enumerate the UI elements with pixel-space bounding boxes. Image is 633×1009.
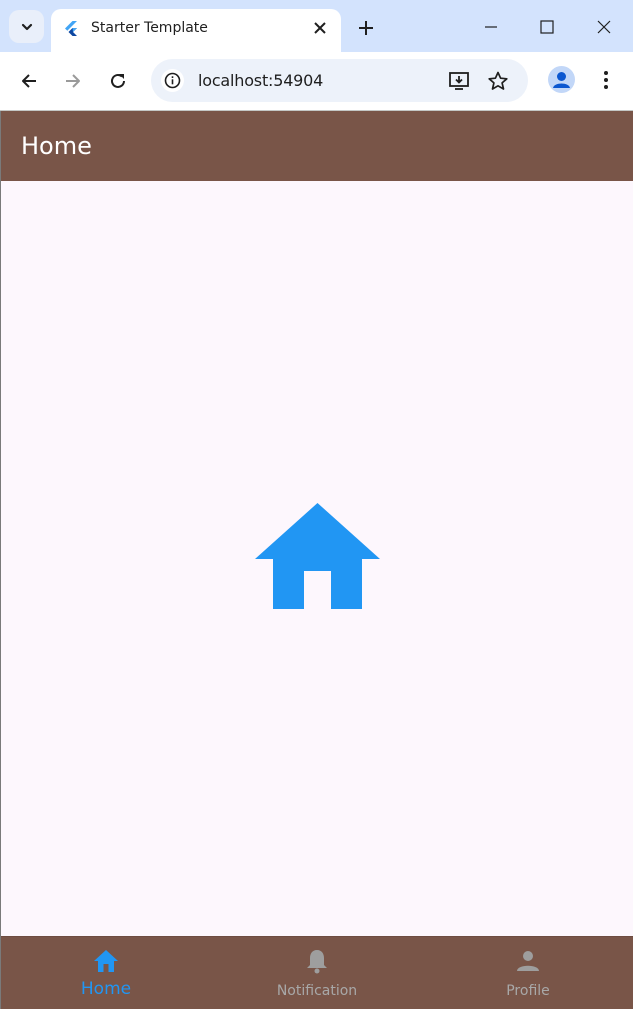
reload-icon: [111, 73, 125, 88]
person-icon: [517, 951, 539, 971]
chevron-down-icon: [21, 23, 32, 30]
tab-title: Starter Template: [91, 20, 208, 36]
browser-tab-strip: Starter Template: [0, 0, 633, 52]
browser-tab[interactable]: Starter Template: [51, 9, 341, 52]
forward-button[interactable]: [58, 66, 88, 96]
arrow-back-icon: [22, 74, 36, 88]
install-app-button[interactable]: [447, 69, 471, 93]
bell-icon: [307, 950, 327, 974]
browser-toolbar: localhost:54904: [0, 52, 633, 110]
site-info-button[interactable]: [161, 69, 184, 92]
close-icon: [597, 20, 611, 34]
star-icon: [488, 71, 508, 90]
nav-item-notification[interactable]: Notification: [212, 937, 422, 1009]
nav-label-home: Home: [80, 979, 132, 999]
close-icon: [314, 22, 326, 34]
flutter-icon: [65, 21, 77, 36]
tab-search-button[interactable]: [9, 10, 44, 43]
person-icon: [553, 72, 570, 88]
home-icon: [94, 950, 118, 972]
window-edge: [0, 111, 1, 1009]
minimize-icon: [485, 26, 497, 28]
browser-menu-button[interactable]: [594, 66, 618, 94]
tab-close-button[interactable]: [311, 19, 329, 37]
maximize-button[interactable]: [532, 13, 562, 41]
reload-button[interactable]: [103, 66, 133, 96]
nav-item-home[interactable]: Home: [1, 937, 211, 1009]
minimize-button[interactable]: [476, 13, 506, 41]
bottom-navigation-bar: Home Notification Profile: [1, 936, 633, 1009]
url-text[interactable]: localhost:54904: [198, 71, 323, 90]
bookmark-button[interactable]: [486, 69, 510, 93]
back-button[interactable]: [14, 66, 44, 96]
nav-label-profile: Profile: [506, 983, 550, 999]
arrow-forward-icon: [66, 74, 80, 88]
maximize-icon: [540, 20, 554, 34]
page-title: Home: [21, 132, 92, 160]
nav-item-profile[interactable]: Profile: [423, 937, 633, 1009]
new-tab-button[interactable]: [353, 15, 379, 41]
more-vert-icon: [604, 71, 608, 89]
app-bar: Home: [0, 111, 633, 181]
install-app-icon: [449, 72, 469, 90]
profile-button[interactable]: [548, 66, 575, 93]
info-icon: [164, 72, 181, 89]
nav-label-notification: Notification: [276, 983, 358, 999]
home-icon: [255, 503, 380, 609]
address-bar[interactable]: localhost:54904: [151, 59, 528, 102]
window-close-button[interactable]: [589, 13, 619, 41]
plus-icon: [359, 21, 373, 35]
